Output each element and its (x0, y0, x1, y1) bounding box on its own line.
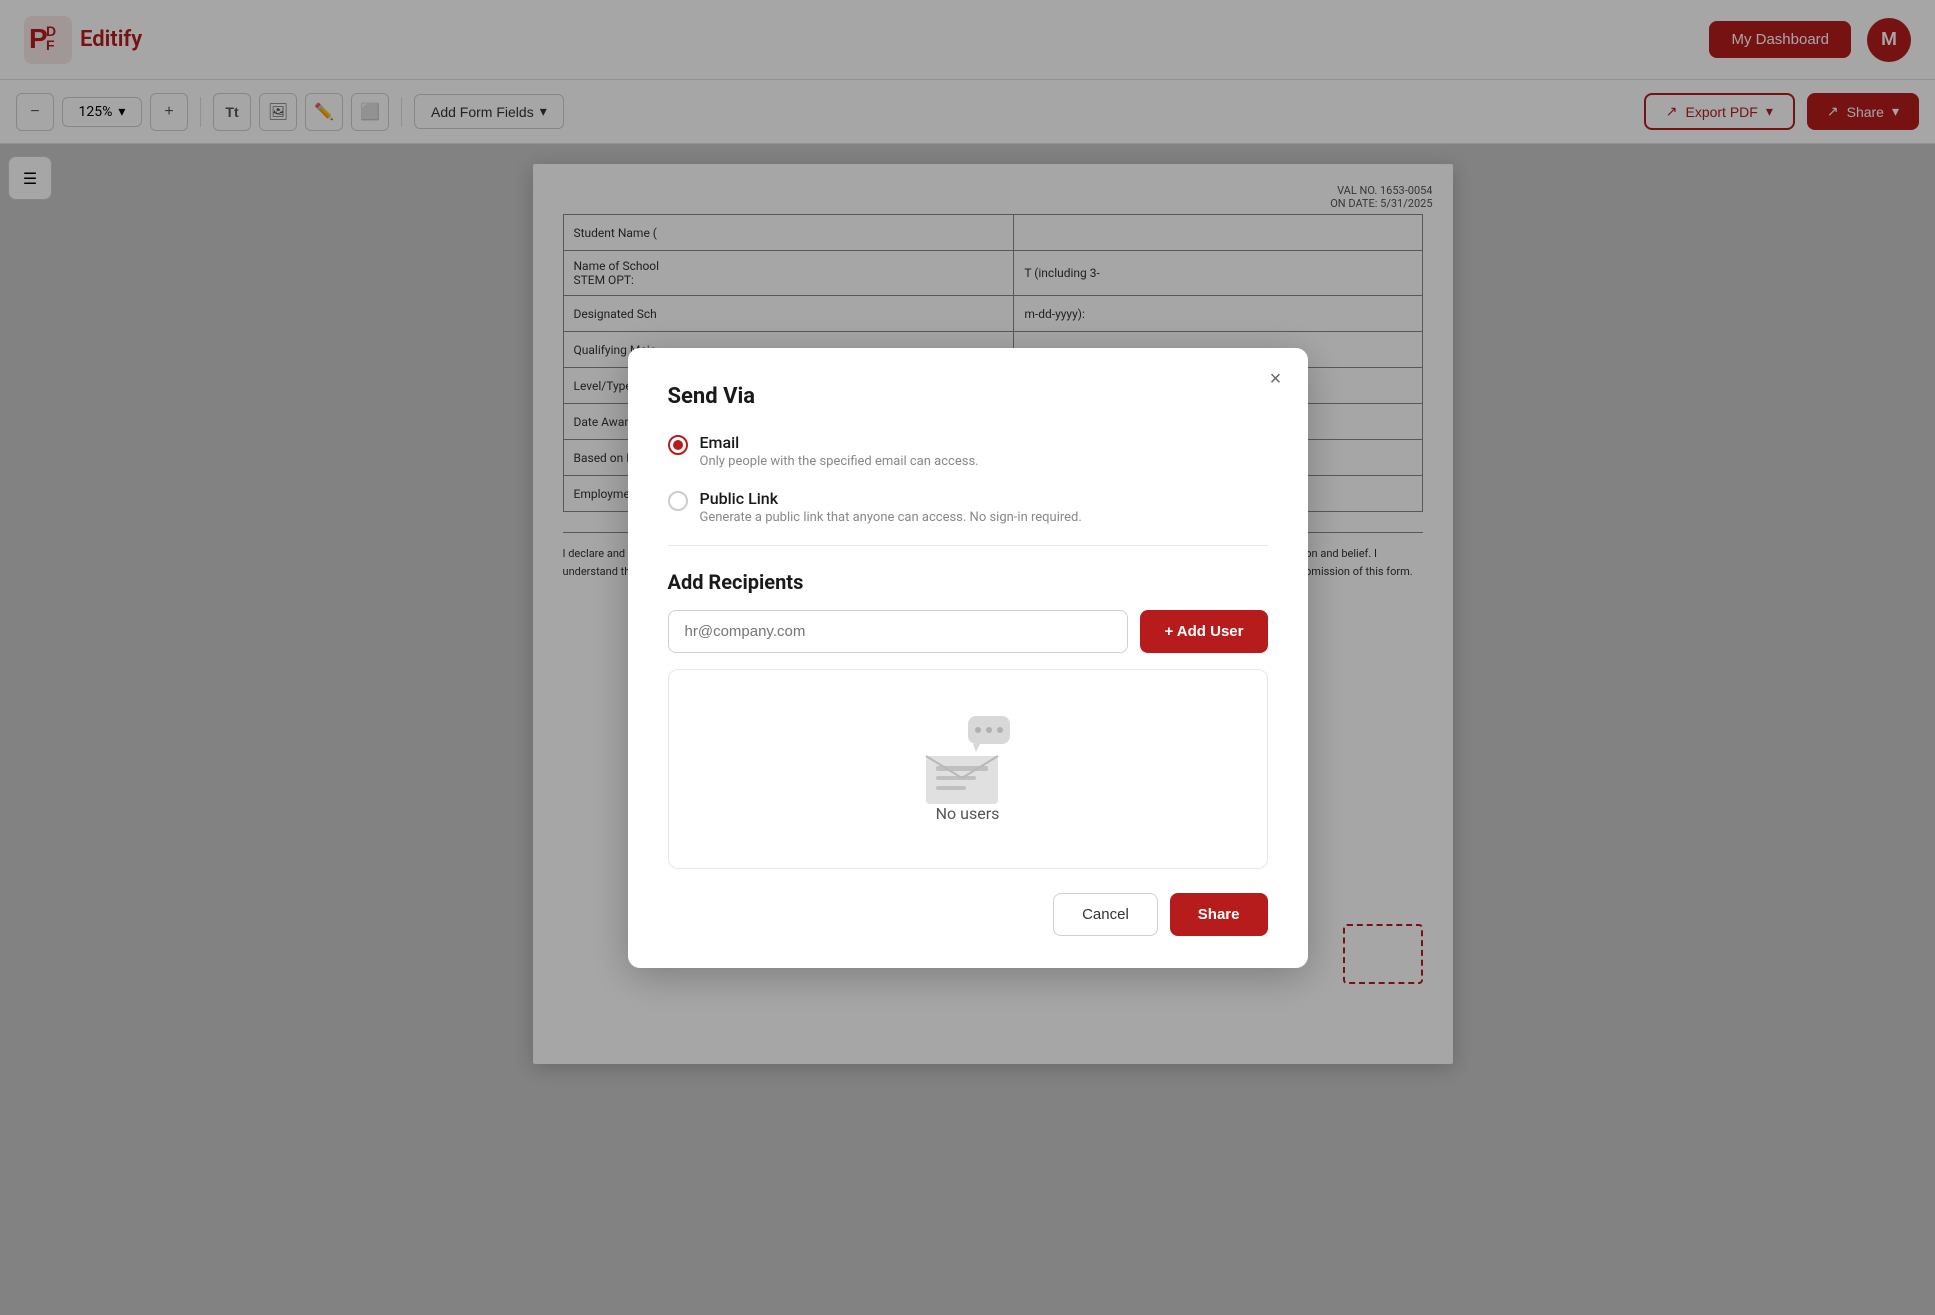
add-recipients-title: Add Recipients (668, 570, 1268, 594)
public-link-option-label: Public Link (700, 489, 1082, 508)
modal-footer: Cancel Share (668, 893, 1268, 936)
modal-divider (668, 545, 1268, 546)
recipient-email-input[interactable] (668, 610, 1129, 653)
email-option[interactable]: Email Only people with the specified ema… (668, 433, 1268, 469)
public-link-option[interactable]: Public Link Generate a public link that … (668, 489, 1268, 525)
cancel-button[interactable]: Cancel (1053, 893, 1158, 936)
no-users-illustration (918, 714, 1018, 804)
modal-overlay: × Send Via Email Only people with the sp… (0, 0, 1935, 1315)
public-link-option-text: Public Link Generate a public link that … (700, 489, 1082, 525)
no-users-text: No users (936, 804, 1000, 823)
public-link-radio[interactable] (668, 491, 688, 511)
email-radio[interactable] (668, 435, 688, 455)
email-option-desc: Only people with the specified email can… (700, 454, 979, 469)
email-radio-dot (673, 440, 683, 450)
add-user-button[interactable]: + Add User (1140, 610, 1267, 653)
recipient-input-row: + Add User (668, 610, 1268, 653)
send-via-modal: × Send Via Email Only people with the sp… (628, 348, 1308, 968)
public-link-option-desc: Generate a public link that anyone can a… (700, 510, 1082, 525)
add-user-label: + Add User (1164, 623, 1243, 640)
modal-share-button[interactable]: Share (1170, 893, 1268, 936)
email-option-label: Email (700, 433, 979, 452)
modal-close-button[interactable]: × (1260, 364, 1292, 396)
empty-state-container: No users (668, 669, 1268, 869)
close-icon: × (1270, 368, 1282, 391)
modal-title: Send Via (668, 384, 1268, 409)
email-option-text: Email Only people with the specified ema… (700, 433, 979, 469)
